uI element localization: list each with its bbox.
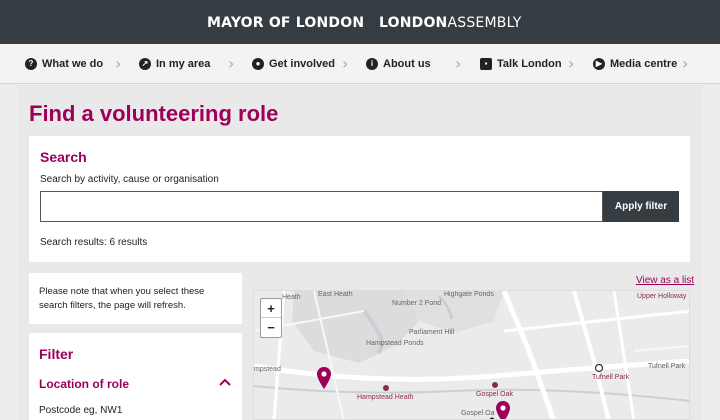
filter-panel: Filter Location of role Postcode eg, NW1 [29, 333, 242, 420]
search-heading: Search [40, 149, 87, 165]
map-markers [383, 363, 604, 419]
chevron-right-icon: › [342, 54, 349, 73]
mayor-of-london-logo[interactable]: MAYOR OF LONDON [207, 15, 364, 31]
apply-filter-button[interactable]: Apply filter [603, 191, 679, 222]
filter-refresh-note: Please note that when you select these s… [29, 273, 242, 324]
map-zoom-control: + − [260, 298, 282, 338]
nav-item-label: Talk London [497, 58, 562, 70]
chevron-right-icon: › [455, 54, 462, 73]
play-icon: ▶ [593, 58, 605, 70]
chevron-right-icon: › [115, 54, 122, 73]
view-as-list-link[interactable]: View as a list [636, 275, 694, 286]
nav-item-label: About us [383, 58, 431, 70]
main-nav: ? What we do › ↗ In my area › ● Get invo… [0, 44, 720, 84]
top-header-bar: MAYOR OF LONDON LONDONASSEMBLY [0, 0, 720, 44]
station-marker-hampstead-heath [383, 385, 389, 391]
chevron-right-icon: › [682, 54, 689, 73]
speech-bubble-icon: ▪ [480, 58, 492, 70]
zoom-out-button[interactable]: − [261, 318, 281, 337]
compass-icon: ↗ [139, 58, 151, 70]
nav-item-about-us[interactable]: i About us [366, 44, 431, 84]
nav-item-label: Media centre [610, 58, 678, 70]
station-marker-gospel-oak [492, 382, 498, 388]
location-of-role-toggle[interactable]: Location of role [39, 377, 129, 391]
search-results-count: Search results: 6 results [40, 237, 148, 248]
zoom-in-button[interactable]: + [261, 299, 281, 318]
note-text: Please note that when you select these s… [39, 286, 205, 311]
search-panel: Search Search by activity, cause or orga… [29, 136, 690, 262]
map-pin-icon[interactable] [317, 367, 331, 389]
underground-icon [594, 363, 604, 373]
chevron-up-icon[interactable] [218, 375, 232, 389]
roles-map[interactable]: East Heath Heath Highgate Ponds Number 2… [253, 290, 690, 420]
search-label: Search by activity, cause or organisatio… [40, 174, 219, 185]
filter-heading: Filter [39, 346, 74, 362]
nav-item-label: Get involved [269, 58, 336, 70]
question-icon: ? [25, 58, 37, 70]
london-assembly-logo[interactable]: LONDONASSEMBLY [379, 15, 521, 31]
nav-item-talk-london[interactable]: ▪ Talk London [480, 44, 562, 84]
nav-item-get-involved[interactable]: ● Get involved [252, 44, 335, 84]
nav-item-label: In my area [156, 58, 211, 70]
nav-item-in-my-area[interactable]: ↗ In my area [139, 44, 210, 84]
search-input[interactable] [40, 191, 603, 222]
chevron-right-icon: › [228, 54, 235, 73]
postcode-label: Postcode eg, NW1 [39, 405, 123, 416]
map-pin-icon[interactable] [496, 401, 510, 420]
nav-item-media-centre[interactable]: ▶ Media centre [593, 44, 677, 84]
pin-icon: ● [252, 58, 264, 70]
nav-item-label: What we do [42, 58, 104, 70]
page-title: Find a volunteering role [29, 101, 279, 126]
nav-item-what-we-do[interactable]: ? What we do [25, 44, 103, 84]
info-icon: i [366, 58, 378, 70]
chevron-right-icon: › [568, 54, 575, 73]
